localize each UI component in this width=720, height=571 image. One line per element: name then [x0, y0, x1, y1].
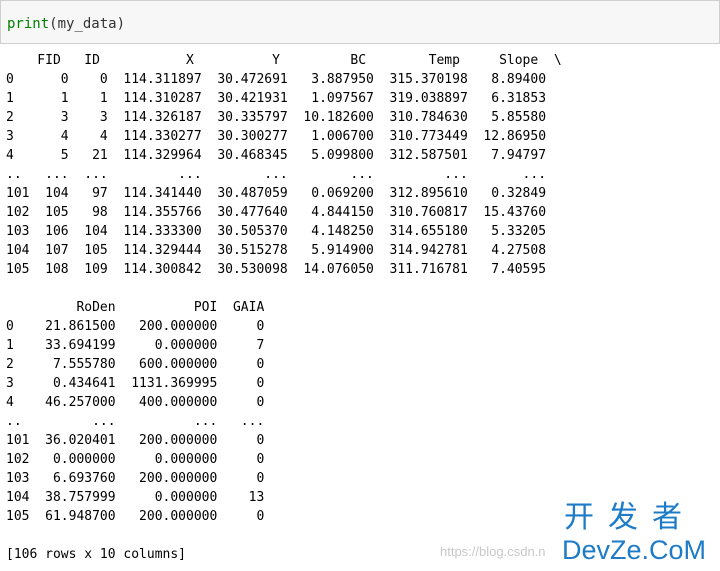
output-line: 105 61.948700 200.000000 0 [6, 509, 265, 524]
output-line: 101 36.020401 200.000000 0 [6, 433, 265, 448]
output-line: 3 0.434641 1131.369995 0 [6, 376, 265, 391]
code-argument: my_data [57, 16, 117, 32]
output-line: 3 4 4 114.330277 30.300277 1.006700 310.… [6, 129, 547, 144]
code-line[interactable]: print(my_data) [7, 15, 125, 33]
watermark-logo-cn: 开发者 [564, 500, 696, 535]
watermark-url: https://blog.csdn.n [440, 544, 546, 559]
output-line: 0 21.861500 200.000000 0 [6, 319, 265, 334]
output-line: 102 0.000000 0.000000 0 [6, 452, 265, 467]
output-line: 105 108 109 114.300842 30.530098 14.0760… [6, 262, 547, 277]
watermark-logo: 开发者 DevZe.CoM [560, 500, 715, 568]
output-line: 2 3 3 114.326187 30.335797 10.182600 310… [6, 110, 547, 125]
output-line: .. ... ... ... [6, 414, 265, 429]
output-line: 4 5 21 114.329964 30.468345 5.099800 312… [6, 148, 547, 163]
notebook-view: print(my_data) FID ID X Y BC Temp Slope … [0, 0, 720, 571]
code-input-cell[interactable]: print(my_data) [0, 0, 720, 44]
output-line: .. ... ... ... ... ... ... ... [6, 167, 547, 182]
code-function-name: print [7, 16, 50, 32]
output-line: 103 106 104 114.333300 30.505370 4.14825… [6, 224, 547, 239]
output-line: 103 6.693760 200.000000 0 [6, 471, 265, 486]
code-open-paren: ( [49, 16, 58, 32]
cell-output: FID ID X Y BC Temp Slope \ 0 0 0 114.3118… [6, 51, 562, 564]
output-line: 104 38.757999 0.000000 13 [6, 490, 265, 505]
output-line: RoDen POI GAIA [6, 300, 265, 315]
output-line: 102 105 98 114.355766 30.477640 4.844150… [6, 205, 547, 220]
output-line: 1 1 1 114.310287 30.421931 1.097567 319.… [6, 91, 547, 106]
output-line: 101 104 97 114.341440 30.487059 0.069200… [6, 186, 547, 201]
output-line: 1 33.694199 0.000000 7 [6, 338, 265, 353]
output-line: 104 107 105 114.329444 30.515278 5.91490… [6, 243, 547, 258]
output-line: 2 7.555780 600.000000 0 [6, 357, 265, 372]
output-line: 4 46.257000 400.000000 0 [6, 395, 265, 410]
output-line: FID ID X Y BC Temp Slope \ [6, 53, 562, 68]
output-line: 0 0 0 114.311897 30.472691 3.887950 315.… [6, 72, 547, 87]
watermark-logo-en: DevZe.CoM [562, 535, 707, 565]
code-close-paren: ) [116, 16, 126, 32]
